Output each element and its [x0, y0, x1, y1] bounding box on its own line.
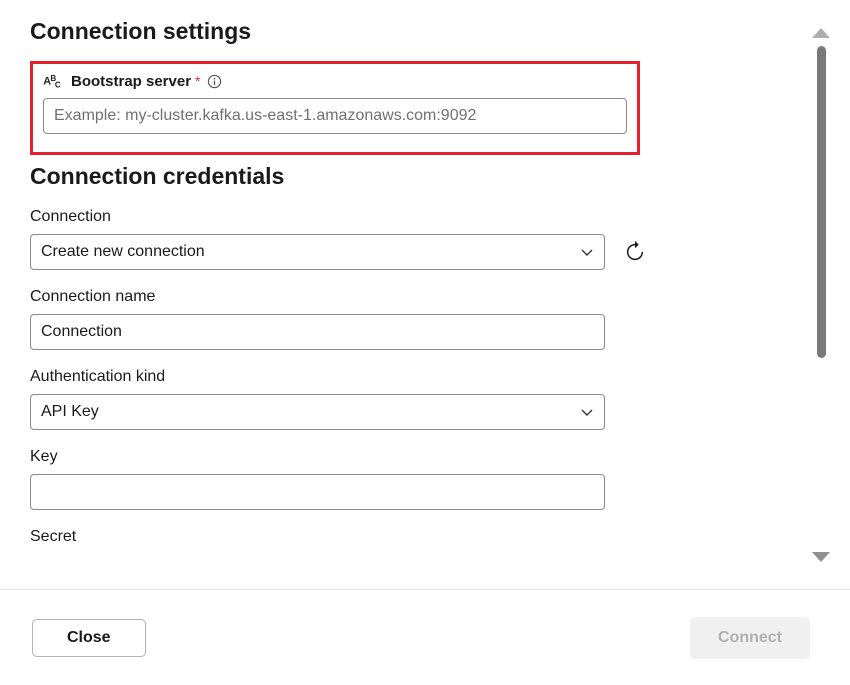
bootstrap-server-highlight: A B C Bootstrap server *	[30, 61, 640, 155]
close-button[interactable]: Close	[32, 619, 146, 657]
bootstrap-server-label: Bootstrap server	[71, 73, 191, 90]
connection-name-field: Connection name	[30, 288, 800, 350]
scroll-down-arrow[interactable]	[812, 552, 830, 562]
connect-button[interactable]: Connect	[690, 617, 810, 659]
connection-name-label: Connection name	[30, 288, 800, 306]
refresh-button[interactable]	[623, 240, 647, 264]
key-field: Key	[30, 448, 800, 510]
scroll-up-arrow[interactable]	[812, 28, 830, 38]
key-input[interactable]	[30, 474, 605, 510]
scroll-track[interactable]	[810, 358, 832, 552]
required-asterisk: *	[195, 73, 200, 89]
connection-field: Connection	[30, 208, 800, 270]
auth-kind-label: Authentication kind	[30, 368, 800, 386]
connection-settings-heading: Connection settings	[30, 18, 800, 45]
key-label: Key	[30, 448, 800, 466]
auth-kind-select[interactable]	[30, 394, 605, 430]
connection-label: Connection	[30, 208, 800, 226]
dialog-body: Connection settings A B C Bootstrap serv…	[30, 18, 800, 578]
refresh-icon	[624, 241, 646, 263]
bootstrap-label-row: A B C Bootstrap server *	[43, 72, 627, 90]
secret-field: Secret	[30, 528, 800, 546]
dialog-footer: Close Connect	[0, 589, 850, 685]
connection-name-input[interactable]	[30, 314, 605, 350]
text-type-icon: A B C	[43, 72, 65, 90]
secret-label: Secret	[30, 528, 800, 546]
svg-text:C: C	[55, 80, 61, 89]
bootstrap-server-input[interactable]	[43, 98, 627, 134]
scroll-thumb[interactable]	[817, 46, 826, 358]
info-icon[interactable]	[207, 74, 222, 89]
connection-credentials-heading: Connection credentials	[30, 163, 800, 190]
auth-kind-field: Authentication kind	[30, 368, 800, 430]
connection-select[interactable]	[30, 234, 605, 270]
scrollbar[interactable]	[810, 28, 832, 562]
